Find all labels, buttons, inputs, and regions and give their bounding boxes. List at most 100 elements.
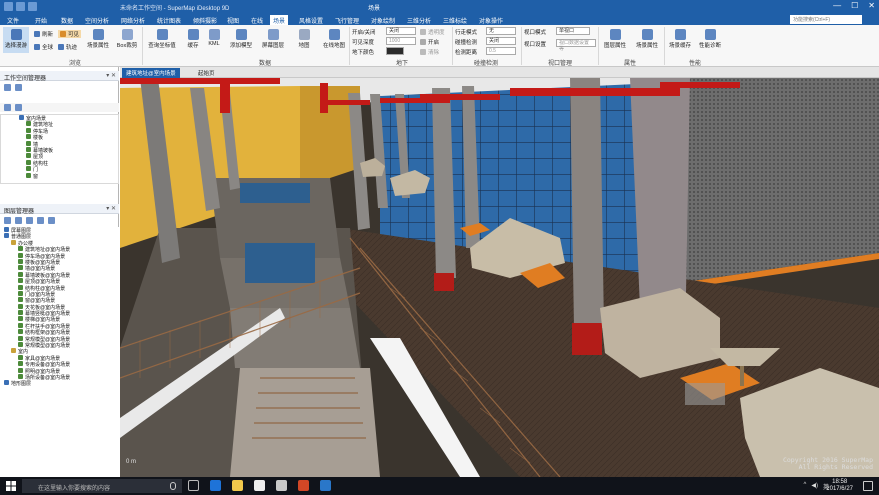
- panel-controls[interactable]: ▾ ✕: [106, 205, 116, 212]
- workspace-refresh-icon[interactable]: [15, 84, 22, 91]
- layer-tree: 屏幕图层 普通图层 办公楼 建筑地址@室内场景 停车场@室内场景 楼板@室内场景 墙@室内场…: [0, 227, 119, 477]
- tab-charts[interactable]: 统计图表: [154, 15, 184, 25]
- perf-diag-button[interactable]: 性能诊断: [696, 29, 724, 49]
- online-map-button[interactable]: 在线地图: [320, 29, 348, 49]
- tab-network-analysis[interactable]: 网络分析: [118, 15, 148, 25]
- scene-props-button-2[interactable]: 场景属性: [632, 29, 662, 49]
- scene-viewport[interactable]: 0 m Copyright 2016 SuperMap All Rights R…: [120, 78, 879, 477]
- taskbar-search-input[interactable]: 在这里输入你要搜索的内容: [22, 479, 182, 493]
- transparency-button[interactable]: 透明度: [420, 28, 445, 36]
- undo-icon[interactable]: [16, 2, 25, 11]
- scene-cache-button[interactable]: 场景缓存: [666, 29, 694, 49]
- edge-icon[interactable]: [210, 480, 221, 491]
- windows-start-icon[interactable]: [6, 481, 16, 491]
- document-tabs: 建筑地址@室内场景 起始页: [120, 67, 879, 78]
- layer-icon: [26, 166, 31, 172]
- tree-item-label: 地形图层: [11, 381, 32, 388]
- full-globe-button[interactable]: 全球: [34, 43, 53, 51]
- tab-object-draw[interactable]: 对象绘制: [368, 15, 398, 25]
- redo-icon[interactable]: [28, 2, 37, 11]
- layer-add-icon[interactable]: [4, 217, 11, 224]
- tab-data[interactable]: 数据: [58, 15, 76, 25]
- group-label-data: 数据: [258, 61, 271, 67]
- stethoscope-icon: [704, 29, 716, 40]
- open-button[interactable]: 开启: [420, 38, 439, 46]
- visible-depth-input[interactable]: 1000: [386, 37, 416, 45]
- query-coords-button[interactable]: 查询坐标值: [144, 29, 180, 49]
- save-icon[interactable]: [4, 2, 13, 11]
- tab-online[interactable]: 在线: [248, 15, 266, 25]
- layer-icon: [18, 310, 23, 316]
- tab-object-ops[interactable]: 对象操作: [476, 15, 506, 25]
- underground-toggle-select[interactable]: 关闭: [386, 27, 416, 35]
- add-model-button[interactable]: 添加模型: [226, 29, 256, 49]
- track-button[interactable]: 轨迹: [58, 43, 77, 51]
- clock[interactable]: 18:58 2017/6/27: [826, 479, 853, 493]
- detect-distance-input[interactable]: 0.5: [486, 47, 516, 55]
- collision-detect-select[interactable]: 关闭: [486, 37, 516, 45]
- app-icon[interactable]: [276, 480, 287, 491]
- store-icon[interactable]: [254, 480, 265, 491]
- tree-item[interactable]: 地形图层: [0, 380, 119, 388]
- layer-icon: [26, 127, 31, 133]
- tree-item-label: 常规模型@室内场景: [25, 343, 71, 350]
- tab-oblique-photo[interactable]: 倾斜摄影: [190, 15, 220, 25]
- tab-flight[interactable]: 飞行管理: [332, 15, 362, 25]
- under-color-picker[interactable]: [386, 47, 404, 55]
- tab-view[interactable]: 视图: [224, 15, 242, 25]
- tab-start[interactable]: 开始: [32, 15, 50, 25]
- close-button[interactable]: ✕: [868, 1, 875, 10]
- layer-remove-icon[interactable]: [15, 217, 22, 224]
- doc-tab-scene[interactable]: 建筑地址@室内场景: [122, 68, 180, 78]
- underground-toggle-label: 开启/关闭: [352, 30, 376, 36]
- clear-button[interactable]: 清除: [420, 48, 439, 56]
- refresh-icon: [34, 31, 40, 37]
- layer-up-icon[interactable]: [26, 217, 33, 224]
- microphone-icon[interactable]: [170, 482, 176, 490]
- viewport-settings-select[interactable]: 视口数据设置等: [556, 39, 596, 52]
- layer-props-icon[interactable]: [48, 217, 55, 224]
- layer-add-icon[interactable]: [4, 104, 11, 111]
- cache-button[interactable]: 缓存: [182, 29, 204, 49]
- layer-icon: [18, 342, 23, 348]
- layer-props-button[interactable]: 图层属性: [600, 29, 630, 49]
- layer-icon: [26, 140, 31, 146]
- scene-props-button[interactable]: 场景属性: [84, 29, 112, 49]
- supermap-icon[interactable]: [320, 480, 331, 491]
- notification-icon[interactable]: [863, 481, 873, 491]
- powerpoint-icon[interactable]: [298, 480, 309, 491]
- system-tray: ^ ◀) 英: [804, 482, 829, 491]
- walk-mode-select[interactable]: 无: [486, 27, 516, 35]
- panel-controls[interactable]: ▾ ✕: [106, 72, 116, 79]
- maximize-button[interactable]: ☐: [851, 1, 858, 10]
- search-icon[interactable]: [15, 104, 22, 111]
- layer-icon: [26, 121, 31, 127]
- function-search-input[interactable]: 功能搜索(Ctrl+F): [790, 15, 862, 24]
- tree-item[interactable]: 窗: [1, 172, 118, 180]
- screen-layer-button[interactable]: 屏幕图层: [258, 29, 288, 49]
- file-explorer-icon[interactable]: [232, 480, 243, 491]
- doc-tab-start[interactable]: 起始页: [194, 68, 219, 78]
- tab-style[interactable]: 风格设置: [296, 15, 326, 25]
- tab-3d-plot[interactable]: 三维标绘: [440, 15, 470, 25]
- underground-map-button[interactable]: 地图: [290, 29, 318, 49]
- select-roam-button[interactable]: 选择漫游: [3, 27, 29, 53]
- layer-down-icon[interactable]: [37, 217, 44, 224]
- tab-3d-analysis[interactable]: 三维分析: [404, 15, 434, 25]
- minimize-button[interactable]: —: [833, 1, 841, 10]
- up-arrow-icon[interactable]: ^: [804, 482, 807, 491]
- model-icon: [235, 29, 247, 40]
- workspace-open-icon[interactable]: [4, 84, 11, 91]
- viewport-settings-label: 视口设置: [524, 42, 547, 48]
- layer-icon: [26, 172, 31, 178]
- box-clip-button[interactable]: Box裁剪: [114, 29, 140, 49]
- refresh-button[interactable]: 刷新: [34, 30, 53, 38]
- volume-icon[interactable]: ◀): [811, 482, 818, 491]
- tab-file[interactable]: 文件: [4, 15, 22, 25]
- kml-button[interactable]: KML: [204, 29, 224, 47]
- viewport-mode-select[interactable]: 单视口: [556, 27, 590, 35]
- visible-toggle[interactable]: 可见: [58, 30, 82, 38]
- tab-scene[interactable]: 场景: [270, 15, 289, 25]
- task-view-icon[interactable]: [188, 480, 199, 491]
- tab-spatial-analysis[interactable]: 空间分析: [82, 15, 112, 25]
